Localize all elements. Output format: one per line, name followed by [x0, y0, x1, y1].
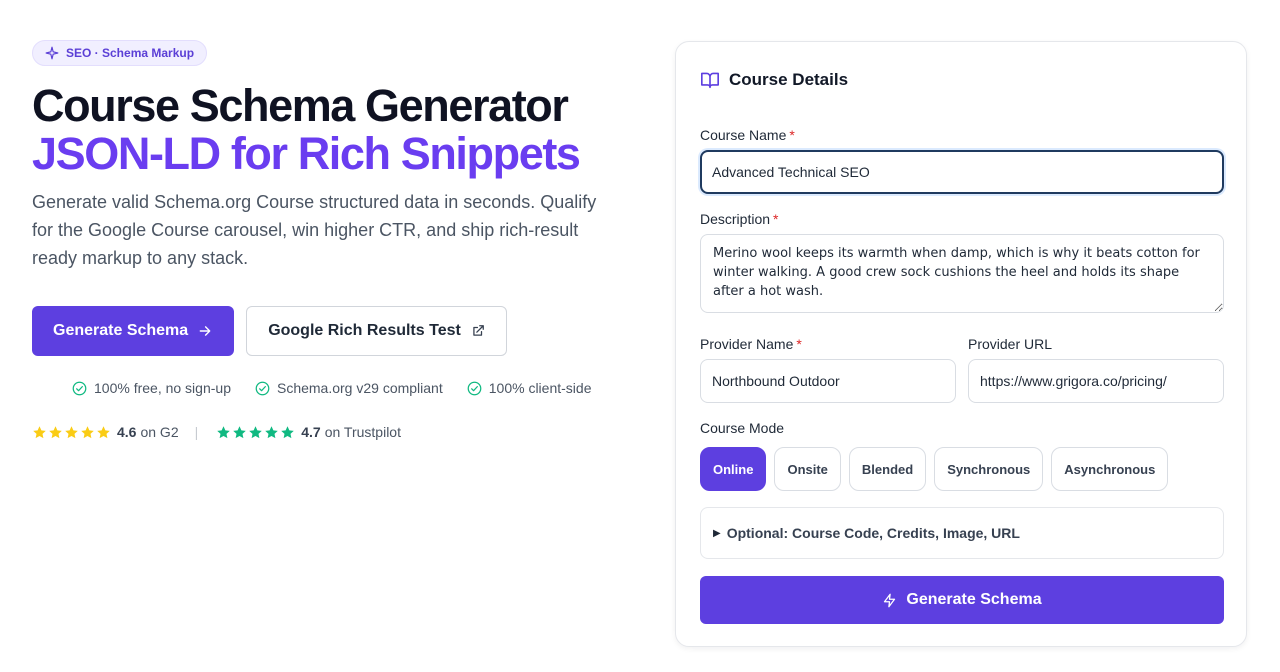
mode-blended-button[interactable]: Blended — [848, 447, 927, 491]
provider-url-input[interactable] — [968, 359, 1224, 403]
g2-stars — [32, 425, 111, 440]
course-details-card: Course Details Course Name* Description*… — [675, 41, 1247, 647]
sparkle-icon — [45, 46, 59, 60]
mode-asynchronous-button[interactable]: Asynchronous — [1051, 447, 1169, 491]
course-name-label-text: Course Name — [700, 127, 787, 143]
rich-results-test-button[interactable]: Google Rich Results Test — [246, 306, 507, 356]
star-icon — [33, 425, 46, 438]
generate-schema-button[interactable]: Generate Schema — [32, 306, 235, 356]
rating-divider: | — [194, 424, 199, 440]
star-icon — [249, 425, 262, 438]
form-generate-schema-button[interactable]: Generate Schema — [700, 576, 1224, 624]
generate-schema-label: Generate Schema — [53, 322, 189, 339]
course-mode-label: Course Mode — [700, 420, 785, 436]
category-badge: SEO · Schema Markup — [32, 40, 208, 66]
star-icon — [233, 425, 246, 438]
required-marker: * — [796, 336, 802, 352]
star-icon — [49, 425, 62, 438]
card-title: Course Details — [729, 70, 849, 89]
star-icon — [65, 425, 78, 438]
feature-check-text: 100% free, no sign-up — [94, 380, 231, 396]
external-link-icon — [473, 325, 484, 336]
g2-rating-value: 4.6 — [117, 424, 137, 440]
arrow-right-icon — [199, 326, 211, 336]
description-textarea[interactable]: Merino wool keeps its warmth when damp, … — [700, 234, 1224, 313]
mode-online-button[interactable]: Online — [700, 447, 767, 491]
caret-right-icon: ▶ — [713, 527, 721, 539]
feature-check-item: 100% client-side — [467, 380, 592, 396]
provider-url-label: Provider URL — [968, 336, 1053, 352]
feature-check-item: 100% free, no sign-up — [72, 380, 231, 396]
feature-check-text: 100% client-side — [488, 380, 592, 396]
g2-rating-source: on G2 — [140, 424, 179, 440]
card-header: Course Details — [700, 70, 848, 90]
mode-onsite-button[interactable]: Onsite — [774, 447, 841, 491]
feature-checks: 100% free, no sign-up Schema.org v29 com… — [72, 380, 591, 396]
cta-row: Generate Schema Google Rich Results Test — [32, 306, 507, 356]
form-generate-schema-label: Generate Schema — [906, 591, 1042, 608]
required-marker: * — [789, 127, 795, 143]
star-icon — [281, 425, 294, 438]
required-marker: * — [773, 211, 779, 227]
course-mode-selector: Online Onsite Blended Synchronous Asynch… — [700, 447, 1169, 491]
badge-text: SEO · Schema Markup — [66, 46, 195, 60]
star-icon — [265, 425, 278, 438]
mode-synchronous-button[interactable]: Synchronous — [934, 447, 1044, 491]
hero-description: Generate valid Schema.org Course structu… — [32, 192, 597, 268]
check-circle-icon — [72, 381, 87, 395]
trustpilot-rating-source: on Trustpilot — [324, 424, 401, 440]
provider-name-label-text: Provider Name — [700, 336, 794, 352]
star-icon — [97, 425, 110, 438]
description-label: Description * — [700, 211, 778, 227]
star-icon — [217, 425, 230, 438]
optional-fields-label: Optional: Course Code, Credits, Image, U… — [726, 525, 1020, 541]
trustpilot-rating-value: 4.7 — [301, 424, 321, 440]
page-title: Course Schema Generator — [32, 80, 569, 131]
rich-results-test-label: Google Rich Results Test — [268, 322, 461, 339]
check-circle-icon — [467, 381, 482, 395]
lightning-icon — [884, 593, 896, 607]
course-name-label: Course Name * — [700, 127, 795, 143]
feature-check-item: Schema.org v29 compliant — [255, 380, 443, 396]
trustpilot-stars — [216, 425, 295, 440]
provider-name-label: Provider Name * — [700, 336, 802, 352]
optional-fields-toggle[interactable]: ▶ Optional: Course Code, Credits, Image,… — [700, 507, 1224, 559]
ratings-row: 4.6 on G2 | 4.7 on Trustpilot — [32, 424, 401, 440]
book-open-icon — [700, 72, 719, 89]
hero: SEO · Schema Markup Course Schema Genera… — [32, 40, 632, 272]
provider-name-input[interactable] — [700, 359, 956, 403]
star-icon — [81, 425, 94, 438]
feature-check-text: Schema.org v29 compliant — [276, 380, 443, 396]
description-label-text: Description — [700, 211, 771, 227]
page-subtitle: JSON-LD for Rich Snippets — [32, 128, 581, 179]
check-circle-icon — [255, 381, 270, 395]
course-name-input[interactable] — [700, 150, 1224, 194]
